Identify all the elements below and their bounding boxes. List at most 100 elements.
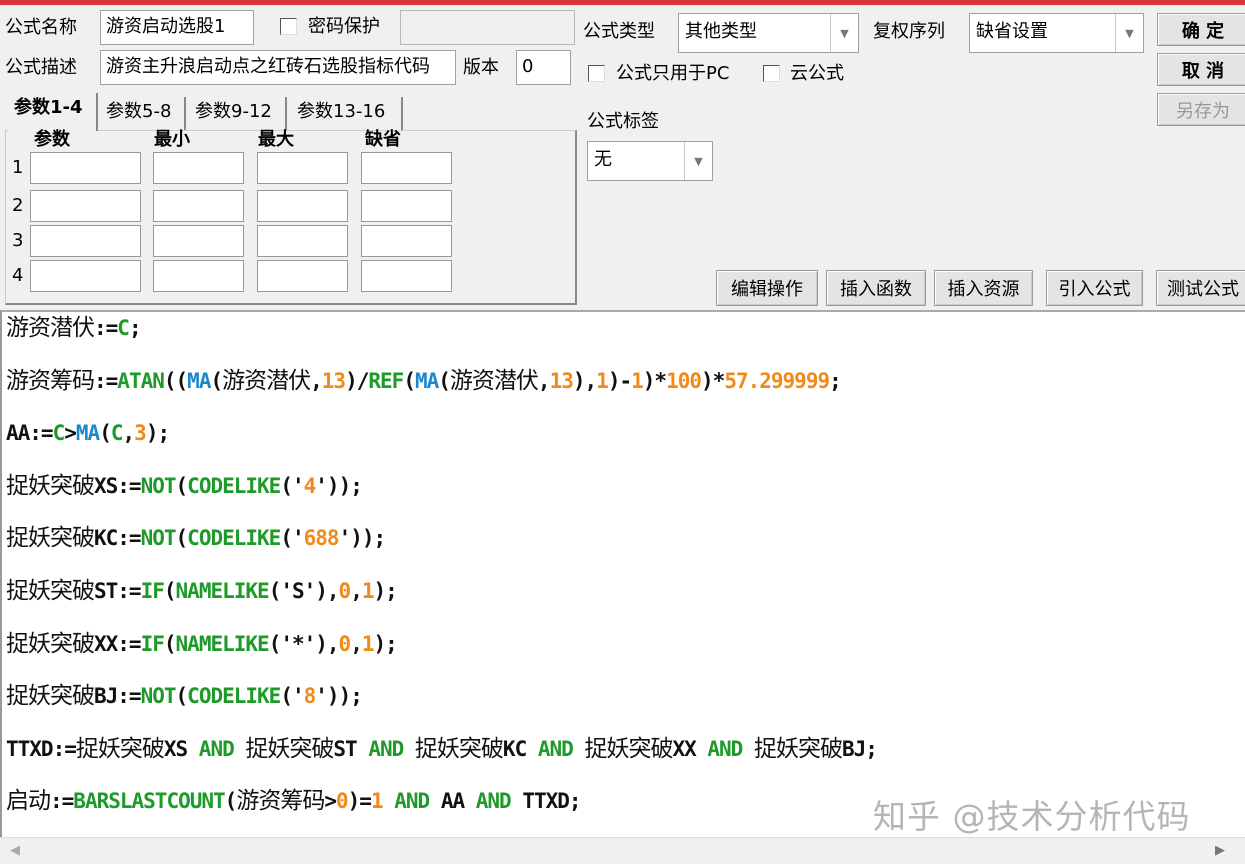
code-token: 3 — [134, 421, 147, 446]
cancel-button[interactable]: 取 消 — [1157, 53, 1245, 86]
param-input-r1-c3[interactable] — [257, 152, 348, 184]
code-token: ( — [175, 526, 189, 551]
code-token: ')); — [315, 473, 363, 498]
param-input-r1-c2[interactable] — [153, 152, 244, 184]
formula-type-select[interactable]: 其他类型 ▼ — [678, 13, 859, 53]
ok-button[interactable]: 确 定 — [1157, 13, 1245, 46]
param-input-r4-c2[interactable] — [153, 260, 244, 292]
code-token: ')); — [338, 526, 387, 551]
code-token: 游资潜伏 — [6, 315, 95, 341]
code-token: 13 — [549, 368, 574, 393]
param-input-r4-c4[interactable] — [361, 260, 452, 292]
import-formula-button[interactable]: 引入公式 — [1046, 270, 1143, 306]
code-token: )= — [347, 789, 372, 814]
param-input-r4-c1[interactable] — [30, 260, 141, 292]
code-token: ('S'), — [268, 579, 340, 603]
code-token: (' — [280, 473, 304, 498]
code-token: IF — [140, 579, 165, 603]
code-token: 1 — [631, 368, 644, 393]
formula-desc-label: 公式描述 — [5, 57, 77, 78]
code-editor[interactable]: 游资潜伏:=C; 游资筹码:=ATAN((MA(游资潜伏,13)/REF(MA(游… — [0, 310, 1245, 837]
param-input-r2-c4[interactable] — [361, 190, 452, 222]
param-input-r3-c1[interactable] — [30, 225, 141, 257]
tab-params-1-4[interactable]: 参数1-4 — [8, 93, 98, 131]
param-input-r3-c2[interactable] — [153, 225, 244, 257]
code-token: ); — [373, 579, 398, 603]
param-input-r1-c1[interactable] — [30, 152, 141, 184]
version-label: 版本 — [463, 57, 499, 78]
param-input-r2-c2[interactable] — [153, 190, 244, 222]
code-line: 游资潜伏:=C; — [6, 313, 142, 343]
pc-only-label: 公式只用于PC — [616, 63, 730, 84]
formula-desc-input[interactable]: 游资主升浪启动点之红砖石选股指标代码 — [100, 50, 456, 85]
horizontal-scrollbar[interactable]: ◀ ▶ — [0, 837, 1245, 864]
edit-operations-button[interactable]: 编辑操作 — [716, 270, 818, 306]
param-row-number: 4 — [12, 265, 24, 286]
param-input-r2-c3[interactable] — [257, 190, 348, 222]
code-token: 捉妖突破 — [245, 735, 334, 762]
param-row-number: 2 — [12, 195, 24, 216]
param-input-r1-c4[interactable] — [361, 152, 452, 184]
code-token: , — [122, 421, 136, 446]
param-input-r4-c3[interactable] — [257, 260, 348, 292]
tab-params-5-8[interactable]: 参数5-8 — [100, 97, 186, 130]
code-token: XX — [672, 736, 708, 761]
code-line: 捉妖突破ST:=IF(NAMELIKE('S'),0,1); — [6, 576, 398, 606]
code-token: ( — [175, 473, 189, 498]
code-token: XS:= — [94, 473, 142, 498]
code-token: NAMELIKE — [175, 579, 270, 603]
code-token: CODELIKE — [187, 473, 281, 498]
code-token: , — [537, 368, 551, 393]
test-formula-button[interactable]: 测试公式 — [1156, 270, 1245, 306]
code-token: , — [350, 631, 363, 656]
code-token: C — [110, 421, 124, 446]
rights-select[interactable]: 缺省设置 ▼ — [969, 13, 1144, 53]
code-token: 13 — [321, 368, 346, 393]
code-token: 0 — [338, 579, 352, 603]
code-token: 启动 — [6, 788, 51, 815]
cloud-checkbox[interactable] — [763, 65, 780, 82]
code-token: AND — [537, 736, 574, 761]
code-token: IF — [140, 631, 165, 656]
pc-only-checkbox[interactable] — [588, 65, 605, 82]
tab-params-13-16[interactable]: 参数13-16 — [291, 97, 403, 130]
param-input-r3-c4[interactable] — [361, 225, 452, 257]
code-token: 1 — [361, 579, 375, 603]
insert-resource-button[interactable]: 插入资源 — [934, 270, 1033, 306]
version-input[interactable]: 0 — [516, 50, 571, 85]
scroll-right-icon[interactable]: ▶ — [1215, 843, 1225, 858]
tag-label: 公式标签 — [587, 111, 659, 132]
code-token: AND — [394, 789, 430, 814]
code-line: 捉妖突破XX:=IF(NAMELIKE('*'),0,1); — [6, 629, 398, 659]
code-token: NAMELIKE — [175, 631, 270, 656]
code-token: 1 — [361, 631, 375, 656]
code-line: 捉妖突破BJ:=NOT(CODELIKE('8')); — [6, 681, 363, 711]
code-token: 1 — [370, 789, 384, 814]
chevron-down-icon: ▼ — [1115, 14, 1143, 52]
param-input-r3-c3[interactable] — [257, 225, 348, 257]
code-token: CODELIKE — [187, 684, 281, 709]
code-token: ST:= — [94, 579, 142, 603]
formula-name-input[interactable]: 游资启动选股1 — [100, 10, 254, 45]
formula-name-label: 公式名称 — [5, 17, 77, 38]
insert-function-button[interactable]: 插入函数 — [826, 270, 926, 306]
code-token: MA — [75, 421, 100, 446]
code-token: (' — [280, 526, 304, 551]
password-checkbox[interactable] — [280, 18, 297, 35]
password-input[interactable] — [400, 10, 575, 45]
code-token: NOT — [140, 526, 177, 551]
scroll-left-icon[interactable]: ◀ — [10, 843, 20, 858]
tag-select[interactable]: 无 ▼ — [587, 141, 713, 181]
code-token: TTXD:= — [6, 736, 77, 761]
code-token: 0 — [335, 789, 349, 814]
code-token: 游资筹码 — [6, 367, 95, 394]
code-token: ')); — [315, 684, 363, 709]
code-token: CODELIKE — [187, 526, 281, 551]
code-token: AND — [198, 736, 235, 761]
code-token: XX:= — [94, 631, 142, 656]
code-token: 8 — [303, 684, 317, 709]
code-token: ( — [163, 579, 177, 603]
param-input-r2-c1[interactable] — [30, 190, 141, 222]
save-as-button[interactable]: 另存为 — [1157, 93, 1245, 126]
tab-params-9-12[interactable]: 参数9-12 — [189, 97, 287, 130]
